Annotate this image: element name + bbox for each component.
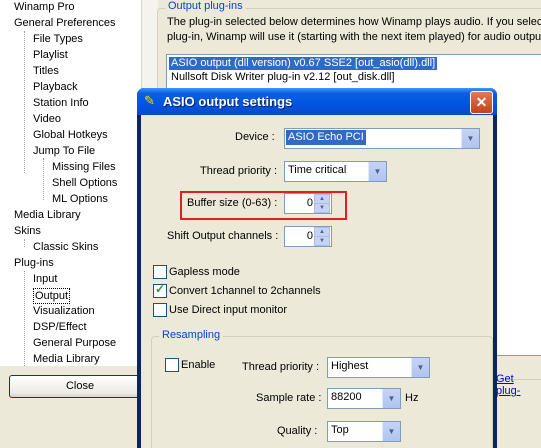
chevron-down-icon[interactable]: ▼	[382, 422, 400, 441]
gapless-label[interactable]: Gapless mode	[169, 266, 240, 278]
close-button[interactable]: Close	[9, 375, 151, 398]
shift-channels-stepper[interactable]: 0 ▲ ▼	[284, 226, 332, 247]
output-description: The plug-in selected below determines ho…	[167, 15, 541, 45]
dialog-title: ASIO output settings	[163, 94, 293, 109]
tree-item-video[interactable]: Video	[33, 112, 61, 126]
tree-connector	[24, 239, 25, 247]
sample-rate-select[interactable]: 88200 ▼	[327, 388, 401, 409]
thread-priority-select[interactable]: Time critical ▼	[284, 161, 387, 182]
tree-item-media-library-plugins[interactable]: Media Library	[33, 352, 100, 366]
tree-item-jump-to-file[interactable]: Jump To File	[33, 144, 95, 158]
resampling-thread-value: Highest	[331, 360, 369, 372]
plugin-row-disk-writer[interactable]: Nullsoft Disk Writer plug-in v2.12 [out_…	[169, 71, 397, 84]
spin-down-icon[interactable]: ▼	[314, 203, 330, 213]
preferences-tree[interactable]: Winamp Pro General Preferences File Type…	[0, 0, 142, 366]
sample-rate-unit: Hz	[405, 392, 419, 404]
chevron-down-icon[interactable]: ▼	[368, 162, 386, 181]
resampling-thread-select[interactable]: Highest ▼	[327, 357, 430, 378]
direct-monitor-checkbox[interactable]	[153, 303, 167, 317]
description-line: The plug-in selected below determines ho…	[167, 16, 541, 28]
close-icon[interactable]: ✕	[470, 91, 493, 114]
asio-settings-dialog: ✎ ASIO output settings ✕ Device : ASIO E…	[137, 88, 497, 448]
gapless-checkbox[interactable]	[153, 265, 167, 279]
tree-item-output[interactable]: Output	[33, 288, 71, 304]
tree-item-missing-files[interactable]: Missing Files	[52, 160, 116, 174]
buffer-size-value[interactable]: 0	[307, 197, 313, 209]
tree-item-station-info[interactable]: Station Info	[33, 96, 89, 110]
resampling-group	[151, 336, 493, 448]
chevron-down-icon[interactable]: ▼	[382, 389, 400, 408]
plugin-row-asio[interactable]: ASIO output (dll version) v0.67 SSE2 [ou…	[169, 57, 438, 70]
tree-item-skins[interactable]: Skins	[14, 224, 41, 238]
convert-channels-label[interactable]: Convert 1channel to 2channels	[169, 285, 321, 297]
chevron-down-icon[interactable]: ▼	[461, 129, 479, 148]
tree-item-classic-skins[interactable]: Classic Skins	[33, 240, 98, 254]
tree-item-plug-ins[interactable]: Plug-ins	[14, 256, 54, 270]
tree-item-playlist[interactable]: Playlist	[33, 48, 68, 62]
direct-monitor-label[interactable]: Use Direct input monitor	[169, 304, 287, 316]
resampling-enable-checkbox[interactable]	[165, 358, 179, 372]
spin-down-icon[interactable]: ▼	[314, 236, 330, 246]
quality-value: Top	[331, 424, 349, 436]
tree-item-playback[interactable]: Playback	[33, 80, 78, 94]
shift-channels-value[interactable]: 0	[307, 230, 313, 242]
tree-connector	[43, 158, 44, 200]
tree-item-input[interactable]: Input	[33, 272, 57, 286]
tree-connector	[24, 31, 25, 173]
chevron-down-icon[interactable]: ▼	[411, 358, 429, 377]
tree-connector	[24, 271, 25, 366]
buffer-size-label: Buffer size (0-63) :	[187, 197, 278, 209]
device-label: Device :	[235, 131, 275, 143]
device-select[interactable]: ASIO Echo PCI ▼	[284, 128, 480, 149]
tree-item-file-types[interactable]: File Types	[33, 32, 83, 46]
buffer-size-stepper[interactable]: 0 ▲ ▼	[284, 193, 332, 214]
description-line: plug-in, Winamp will use it (starting wi…	[167, 31, 541, 43]
tree-item-general-preferences[interactable]: General Preferences	[14, 16, 116, 30]
tree-item-winamp-pro[interactable]: Winamp Pro	[14, 0, 75, 14]
dialog-titlebar[interactable]: ✎ ASIO output settings ✕	[137, 88, 497, 115]
shift-channels-label: Shift Output channels :	[167, 230, 279, 242]
quality-select[interactable]: Top ▼	[327, 421, 401, 442]
tree-item-general-purpose[interactable]: General Purpose	[33, 336, 116, 350]
resampling-title: Resampling	[159, 329, 224, 341]
dialog-client: Device : ASIO Echo PCI ▼ Thread priority…	[141, 115, 493, 448]
device-value: ASIO Echo PCI	[286, 130, 366, 145]
thread-priority-value: Time critical	[288, 164, 347, 176]
tree-item-ml-options[interactable]: ML Options	[52, 192, 108, 206]
output-plugins-title: Output plug-ins	[165, 0, 246, 12]
tree-item-titles[interactable]: Titles	[33, 64, 59, 78]
tree-item-dsp-effect[interactable]: DSP/Effect	[33, 320, 87, 334]
sample-rate-label: Sample rate :	[256, 392, 322, 404]
tree-item-shell-options[interactable]: Shell Options	[52, 176, 117, 190]
quality-label: Quality :	[277, 425, 318, 437]
get-plugins-link[interactable]: Get plug-	[496, 373, 541, 397]
convert-channels-checkbox[interactable]	[153, 282, 167, 298]
thread-priority-label: Thread priority :	[200, 165, 278, 177]
tree-item-global-hotkeys[interactable]: Global Hotkeys	[33, 128, 108, 142]
resampling-enable-label[interactable]: Enable	[181, 359, 215, 371]
tree-item-media-library[interactable]: Media Library	[14, 208, 81, 222]
tree-item-visualization[interactable]: Visualization	[33, 304, 95, 318]
resampling-thread-label: Thread priority :	[242, 361, 320, 373]
wrench-icon: ✎	[144, 93, 155, 108]
sample-rate-value: 88200	[331, 391, 362, 403]
